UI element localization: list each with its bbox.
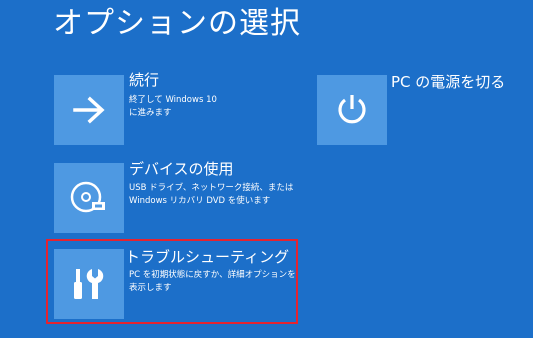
option-troubleshoot[interactable]: トラブルシューティング PC を初期状態に戻すか、詳細オプションを 表示します [53,248,296,320]
arrow-right-icon [73,96,105,124]
option-continue-desc-line1: 終了して Windows 10 [129,95,217,105]
option-power-off-tile[interactable] [317,75,387,145]
option-continue-desc-line2: に進みます [129,108,172,118]
option-use-device-tile[interactable] [54,163,124,233]
tools-icon [74,269,104,299]
option-continue[interactable]: 続行 終了して Windows 10 に進みます [53,71,283,145]
option-use-device-desc-line1: USB ドライブ、ネットワーク接続、または [129,183,294,193]
option-use-device-desc-line2: Windows リカバリ DVD を使います [129,196,271,206]
disc-drive-icon [70,181,105,213]
option-troubleshoot-title: トラブルシューティング [125,248,290,266]
option-power-off[interactable]: PC の電源を切る [315,73,530,145]
option-use-device[interactable]: デバイスの使用 USB ドライブ、ネットワーク接続、または Windows リカ… [53,160,294,234]
option-continue-tile[interactable] [54,75,124,145]
page-title: オプションの選択 [53,6,301,41]
power-icon [338,95,366,124]
option-troubleshoot-desc-line1: PC を初期状態に戻すか、詳細オプションを [129,270,296,280]
option-use-device-title: デバイスの使用 [129,160,234,178]
option-troubleshoot-desc-line2: 表示します [129,283,172,293]
option-power-off-title: PC の電源を切る [391,73,506,91]
option-troubleshoot-tile[interactable] [54,249,124,319]
option-continue-title: 続行 [129,71,160,89]
